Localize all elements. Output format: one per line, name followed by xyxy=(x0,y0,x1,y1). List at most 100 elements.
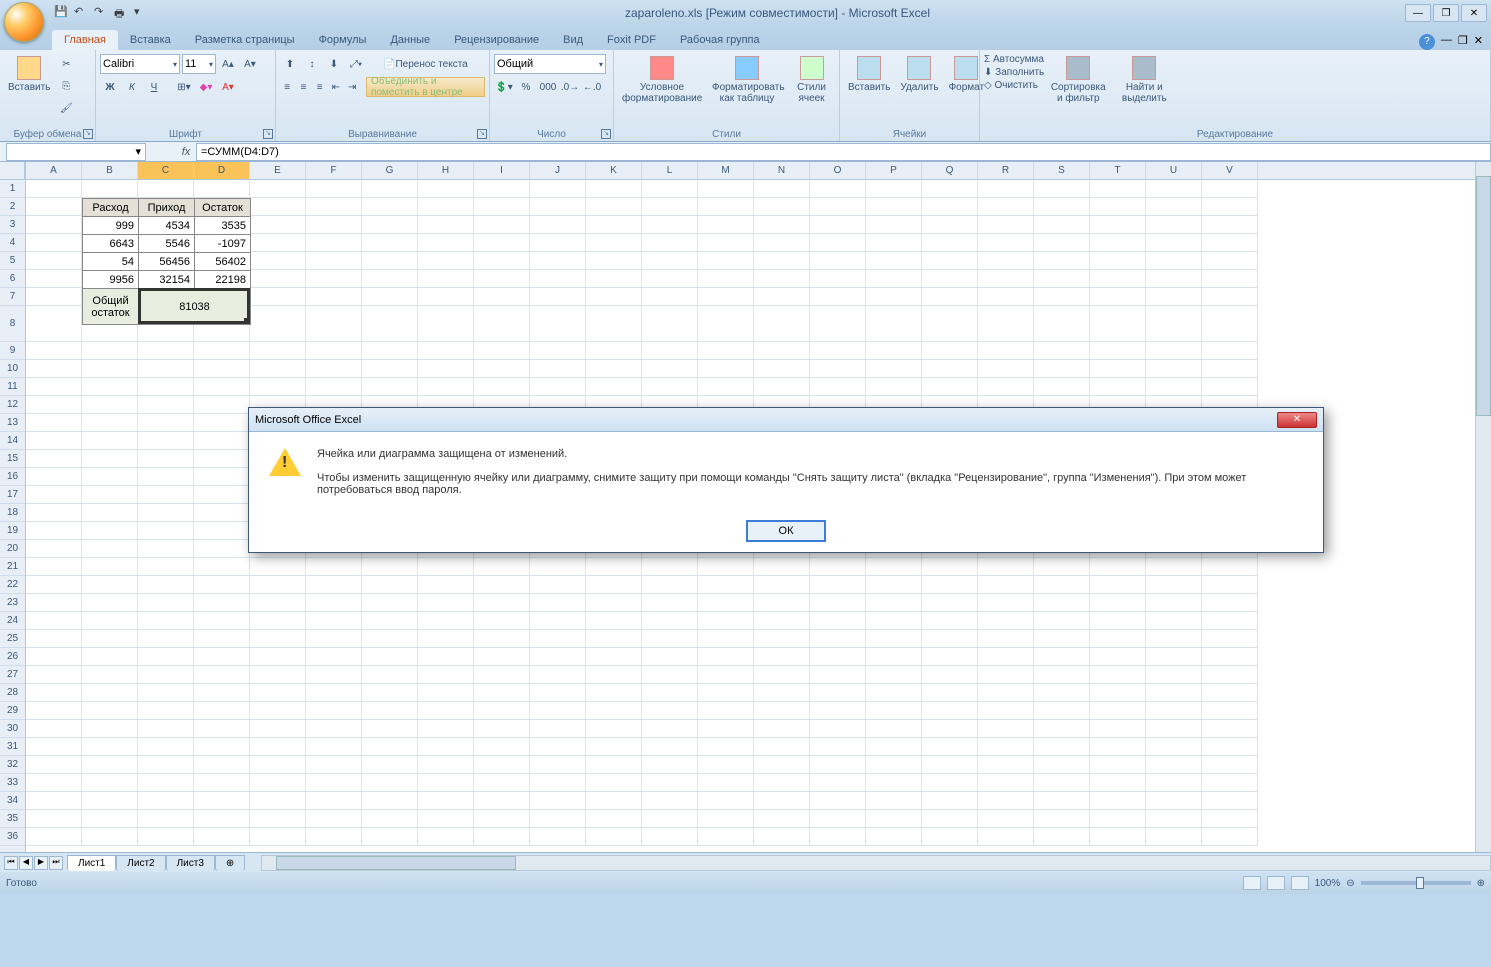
cell[interactable] xyxy=(26,450,82,468)
cell[interactable] xyxy=(306,378,362,396)
cell[interactable] xyxy=(754,792,810,810)
cell[interactable] xyxy=(810,252,866,270)
cell[interactable] xyxy=(922,756,978,774)
cell[interactable] xyxy=(250,558,306,576)
cell[interactable] xyxy=(474,720,530,738)
cell[interactable] xyxy=(362,576,418,594)
cell[interactable] xyxy=(922,666,978,684)
cell[interactable] xyxy=(194,396,250,414)
cell[interactable] xyxy=(194,756,250,774)
cell[interactable] xyxy=(418,756,474,774)
cell[interactable] xyxy=(866,198,922,216)
cell[interactable] xyxy=(810,630,866,648)
zoom-in-button[interactable]: ⊕ xyxy=(1477,878,1485,889)
cell[interactable] xyxy=(810,234,866,252)
cell[interactable] xyxy=(1146,306,1202,342)
cell[interactable] xyxy=(474,630,530,648)
cell[interactable] xyxy=(530,558,586,576)
cell[interactable] xyxy=(642,558,698,576)
cell[interactable] xyxy=(250,198,306,216)
cell[interactable] xyxy=(362,342,418,360)
cell[interactable] xyxy=(978,756,1034,774)
cell[interactable] xyxy=(474,594,530,612)
cell[interactable] xyxy=(362,198,418,216)
col-header-Q[interactable]: Q xyxy=(922,162,978,179)
cell[interactable] xyxy=(250,792,306,810)
cell[interactable] xyxy=(1146,828,1202,846)
cell[interactable] xyxy=(1090,306,1146,342)
cell[interactable] xyxy=(810,702,866,720)
cell[interactable] xyxy=(586,576,642,594)
cell[interactable] xyxy=(642,594,698,612)
decrease-indent-button[interactable]: ⇤ xyxy=(329,77,343,97)
tab-page-layout[interactable]: Разметка страницы xyxy=(183,30,307,50)
ribbon-minimize-button[interactable]: — xyxy=(1441,34,1452,50)
cell[interactable] xyxy=(530,774,586,792)
cell[interactable] xyxy=(194,450,250,468)
cell[interactable] xyxy=(138,432,194,450)
cell[interactable] xyxy=(250,684,306,702)
cell[interactable] xyxy=(1034,558,1090,576)
borders-button[interactable]: ⊞▾ xyxy=(174,77,194,97)
orientation-button[interactable]: ⤢▾ xyxy=(346,54,366,74)
hscroll-thumb[interactable] xyxy=(276,856,516,870)
cell[interactable] xyxy=(194,522,250,540)
tab-review[interactable]: Рецензирование xyxy=(442,30,551,50)
cell[interactable] xyxy=(1202,594,1258,612)
number-format-dropdown[interactable]: Общий▾ xyxy=(494,54,606,74)
cell[interactable] xyxy=(978,378,1034,396)
cell[interactable] xyxy=(978,702,1034,720)
cell[interactable] xyxy=(1146,630,1202,648)
row-header-7[interactable]: 7 xyxy=(0,288,25,306)
cell[interactable] xyxy=(922,558,978,576)
cell[interactable] xyxy=(866,360,922,378)
increase-indent-button[interactable]: ⇥ xyxy=(345,77,359,97)
cell[interactable] xyxy=(810,306,866,342)
cell[interactable] xyxy=(26,540,82,558)
align-bottom-button[interactable]: ⬇ xyxy=(324,54,344,74)
cell[interactable] xyxy=(586,684,642,702)
dialog-titlebar[interactable]: Microsoft Office Excel ✕ xyxy=(249,408,1323,432)
cell[interactable] xyxy=(362,360,418,378)
cell[interactable] xyxy=(1090,702,1146,720)
cell[interactable] xyxy=(642,648,698,666)
cell[interactable] xyxy=(586,648,642,666)
cell[interactable] xyxy=(418,702,474,720)
cell[interactable] xyxy=(362,666,418,684)
cell[interactable] xyxy=(418,342,474,360)
cell[interactable] xyxy=(698,648,754,666)
cell[interactable] xyxy=(418,288,474,306)
cell[interactable] xyxy=(1146,702,1202,720)
cell[interactable] xyxy=(26,702,82,720)
cell[interactable] xyxy=(1034,288,1090,306)
cell[interactable] xyxy=(138,342,194,360)
comma-button[interactable]: 000 xyxy=(538,77,558,97)
cell[interactable] xyxy=(1202,288,1258,306)
cell[interactable] xyxy=(1090,378,1146,396)
cell[interactable] xyxy=(698,558,754,576)
cell[interactable] xyxy=(922,198,978,216)
cell[interactable] xyxy=(1034,576,1090,594)
cell[interactable] xyxy=(754,810,810,828)
cell[interactable] xyxy=(1090,252,1146,270)
cell[interactable] xyxy=(1202,702,1258,720)
cell[interactable] xyxy=(530,180,586,198)
cell[interactable] xyxy=(586,702,642,720)
cell[interactable] xyxy=(362,594,418,612)
cell[interactable] xyxy=(698,360,754,378)
cell[interactable] xyxy=(138,828,194,846)
cell[interactable] xyxy=(1090,756,1146,774)
fill-color-button[interactable]: ◆▾ xyxy=(196,77,216,97)
cell[interactable] xyxy=(1146,558,1202,576)
restore-button[interactable]: ❐ xyxy=(1433,4,1459,22)
cell[interactable] xyxy=(642,252,698,270)
cell[interactable] xyxy=(474,288,530,306)
row-header-17[interactable]: 17 xyxy=(0,486,25,504)
tab-foxit[interactable]: Foxit PDF xyxy=(595,30,668,50)
cell[interactable] xyxy=(1090,576,1146,594)
cell[interactable] xyxy=(306,270,362,288)
cell[interactable] xyxy=(922,684,978,702)
cell[interactable] xyxy=(754,720,810,738)
cell[interactable] xyxy=(362,180,418,198)
cell[interactable] xyxy=(250,378,306,396)
